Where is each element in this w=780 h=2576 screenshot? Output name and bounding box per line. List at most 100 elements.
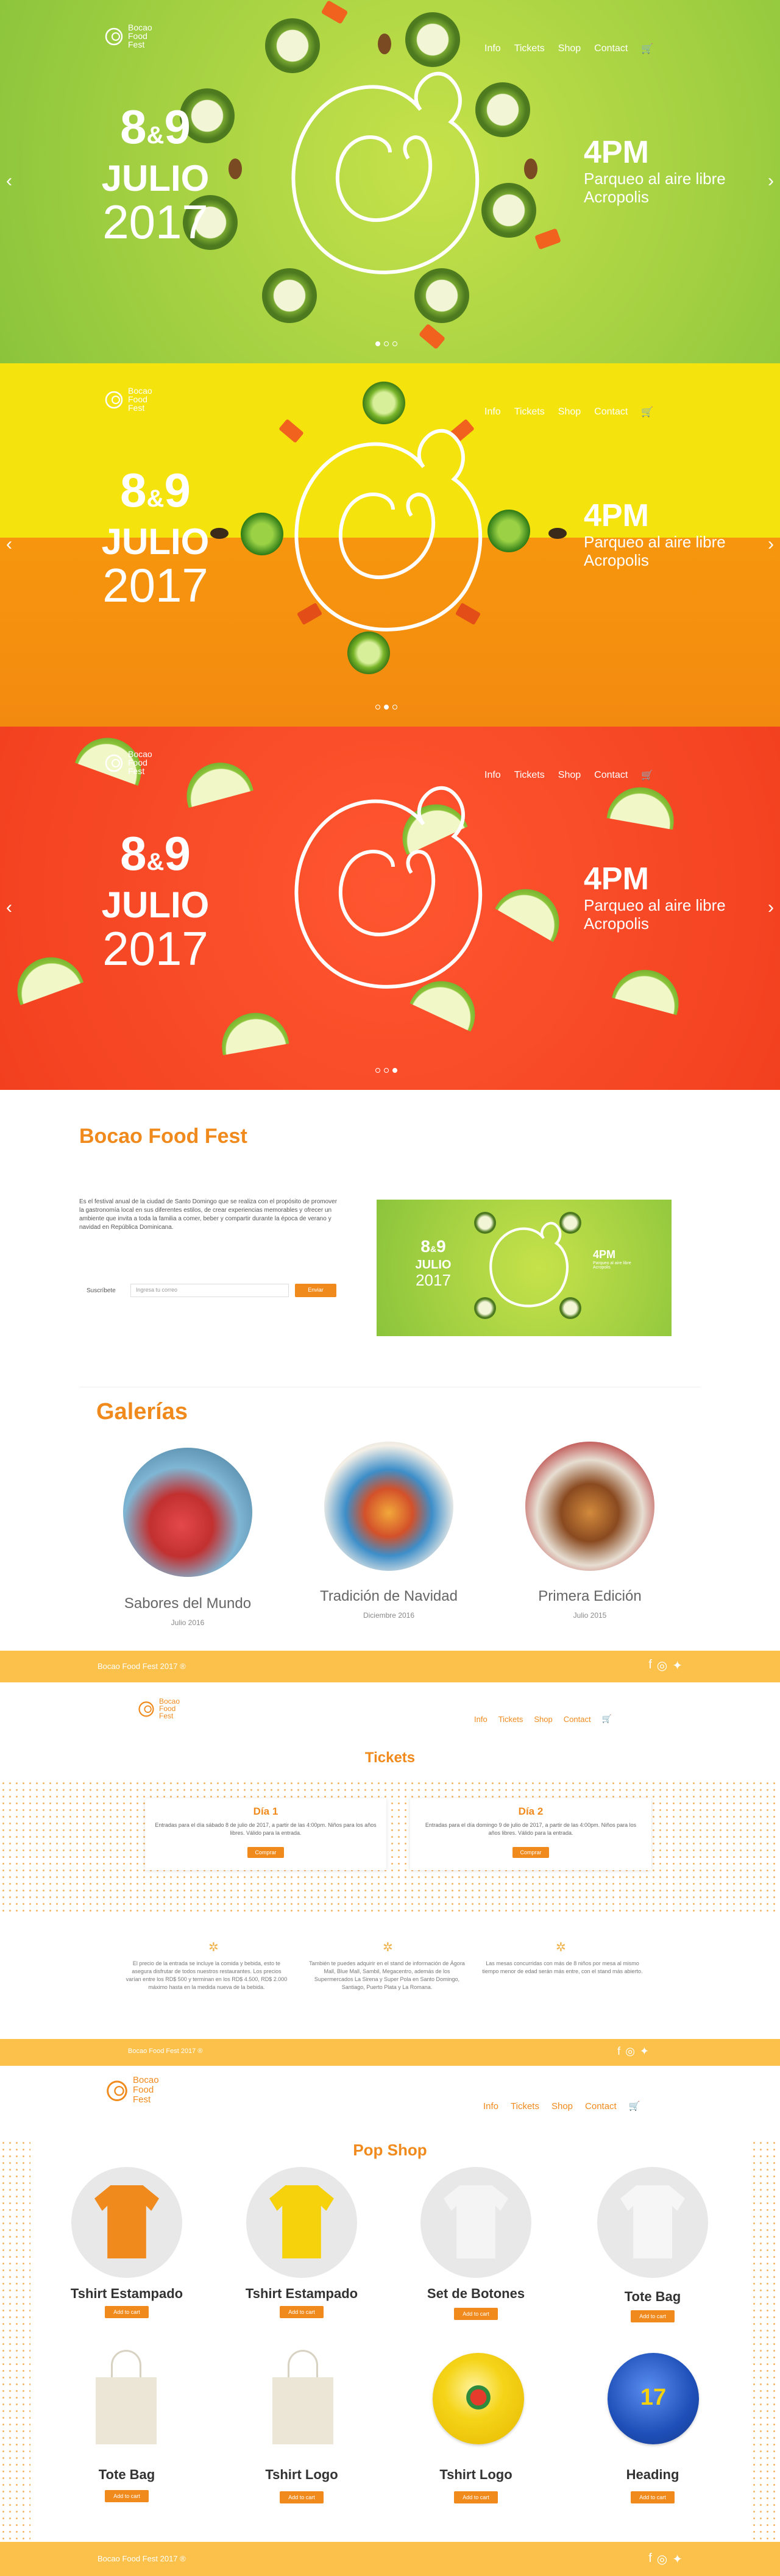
cart-icon[interactable]: 🛒	[629, 2101, 640, 2112]
chevron-left-icon[interactable]: ‹	[6, 171, 12, 191]
logo-icon	[138, 1701, 154, 1717]
cucumber-slice	[474, 1212, 496, 1234]
chevron-right-icon[interactable]: ›	[768, 897, 774, 918]
nav-shop[interactable]: Shop	[558, 43, 581, 54]
slide-dot[interactable]	[375, 1068, 380, 1073]
nav-tickets[interactable]: Tickets	[514, 407, 545, 418]
slide-dot[interactable]	[375, 341, 380, 346]
footer: Bocao Food Fest 2017 ® f ◎ ✦	[0, 2542, 780, 2576]
nav-shop[interactable]: Shop	[534, 1715, 552, 1724]
nav-shop[interactable]: Shop	[558, 407, 581, 418]
logo[interactable]: Bocao Food Fest	[104, 386, 152, 412]
slide-dot[interactable]	[392, 341, 397, 346]
gallery-name-1[interactable]: Sabores del Mundo	[90, 1595, 285, 1612]
nav-info[interactable]: Info	[484, 407, 501, 418]
instagram-icon[interactable]: ◎	[625, 2045, 635, 2058]
gallery-name-2[interactable]: Tradición de Navidad	[291, 1588, 486, 1605]
logo[interactable]: Bocao Food Fest	[105, 2076, 159, 2105]
nav-tickets[interactable]: Tickets	[498, 1715, 523, 1724]
nav-info[interactable]: Info	[484, 770, 501, 781]
nav-shop[interactable]: Shop	[551, 2101, 573, 2112]
cart-icon[interactable]: 🛒	[641, 406, 653, 418]
slide-dot[interactable]	[384, 705, 389, 710]
product-image[interactable]	[71, 2167, 182, 2278]
nav-contact[interactable]: Contact	[564, 1715, 591, 1724]
product-name[interactable]: Tote Bag	[573, 2289, 732, 2305]
add-to-cart-button[interactable]: Add to cart	[280, 2306, 324, 2318]
chevron-left-icon[interactable]: ‹	[6, 534, 12, 555]
nav-tickets[interactable]: Tickets	[511, 2101, 539, 2112]
add-to-cart-button[interactable]: Add to cart	[280, 2491, 324, 2503]
product-name[interactable]: Tote Bag	[48, 2467, 206, 2483]
email-input[interactable]: Ingresa tu correo	[130, 1284, 289, 1297]
product-image[interactable]	[433, 2353, 524, 2444]
logo[interactable]: Bocao Food Fest	[104, 23, 152, 49]
slide-dot[interactable]	[375, 705, 380, 710]
product-image[interactable]	[597, 2167, 708, 2278]
facebook-icon[interactable]: f	[648, 2552, 652, 2567]
gallery-name-3[interactable]: Primera Edición	[492, 1588, 687, 1605]
gallery-image-3[interactable]	[525, 1442, 654, 1571]
info-text-3: Las mesas concurridas con más de 8 niños…	[482, 1960, 643, 1974]
product-image[interactable]	[93, 2350, 160, 2447]
product-image[interactable]	[420, 2167, 531, 2278]
add-to-cart-button[interactable]: Add to cart	[631, 2310, 675, 2322]
lime-slice	[488, 510, 530, 552]
product-name[interactable]: Tshirt Estampado	[48, 2286, 206, 2302]
product-name[interactable]: Heading	[573, 2467, 732, 2483]
cart-icon[interactable]: 🛒	[641, 43, 653, 55]
facebook-icon[interactable]: f	[617, 2045, 620, 2058]
nav-contact[interactable]: Contact	[594, 407, 628, 418]
nav-contact[interactable]: Contact	[594, 770, 628, 781]
logo[interactable]: Bocao Food Fest	[137, 1698, 180, 1720]
chevron-right-icon[interactable]: ›	[768, 534, 774, 555]
nav-tickets[interactable]: Tickets	[514, 770, 545, 781]
nav-info[interactable]: Info	[483, 2101, 498, 2112]
slide-dot[interactable]	[384, 1068, 389, 1073]
cart-icon[interactable]: 🛒	[641, 769, 653, 781]
buy-button[interactable]: Comprar	[512, 1847, 549, 1858]
nav-contact[interactable]: Contact	[585, 2101, 617, 2112]
subscribe-button[interactable]: Enviar	[295, 1284, 336, 1297]
slide-dot[interactable]	[392, 705, 397, 710]
add-to-cart-button[interactable]: Add to cart	[105, 2490, 149, 2502]
instagram-icon[interactable]: ◎	[657, 1658, 667, 1673]
product-image[interactable]	[269, 2350, 336, 2447]
nav-contact[interactable]: Contact	[594, 43, 628, 54]
tshirt-yellow	[269, 2185, 334, 2258]
product-name[interactable]: Tshirt Logo	[397, 2467, 555, 2483]
cart-icon[interactable]: 🛒	[602, 1714, 612, 1724]
add-to-cart-button[interactable]: Add to cart	[454, 2491, 498, 2503]
product-image[interactable]	[246, 2167, 357, 2278]
chevron-left-icon[interactable]: ‹	[6, 897, 12, 918]
tote-handle	[288, 2350, 318, 2380]
twitter-icon[interactable]: ✦	[672, 2552, 682, 2567]
day-1: 8	[120, 463, 147, 517]
buy-button[interactable]: Comprar	[247, 1847, 284, 1858]
add-to-cart-button[interactable]: Add to cart	[105, 2306, 149, 2318]
add-to-cart-button[interactable]: Add to cart	[631, 2491, 675, 2503]
facebook-icon[interactable]: f	[648, 1658, 652, 1673]
place-line-1: Parqueo al aire libre	[584, 533, 726, 551]
hero-date: 8&9 JULIO 2017	[91, 466, 219, 610]
twitter-icon[interactable]: ✦	[640, 2045, 649, 2058]
product-name[interactable]: Tshirt Logo	[222, 2467, 381, 2483]
twitter-icon[interactable]: ✦	[672, 1658, 682, 1673]
slide-dot[interactable]	[392, 1068, 397, 1073]
nav-info[interactable]: Info	[484, 43, 501, 54]
instagram-icon[interactable]: ◎	[657, 2552, 667, 2567]
nav-info[interactable]: Info	[474, 1715, 488, 1724]
logo[interactable]: Bocao Food Fest	[104, 750, 152, 775]
day-1: 8	[120, 827, 147, 880]
add-to-cart-button[interactable]: Add to cart	[454, 2308, 498, 2320]
gallery-image-2[interactable]	[324, 1442, 453, 1571]
slide-dot[interactable]	[384, 341, 389, 346]
product-image[interactable]: 17	[608, 2353, 699, 2444]
nav-tickets[interactable]: Tickets	[514, 43, 545, 54]
nav-shop[interactable]: Shop	[558, 770, 581, 781]
product-name[interactable]: Set de Botones	[397, 2286, 555, 2302]
product-name[interactable]: Tshirt Estampado	[222, 2286, 381, 2302]
cucumber-slice	[474, 1297, 496, 1319]
chevron-right-icon[interactable]: ›	[768, 171, 774, 191]
gallery-image-1[interactable]	[123, 1448, 252, 1577]
